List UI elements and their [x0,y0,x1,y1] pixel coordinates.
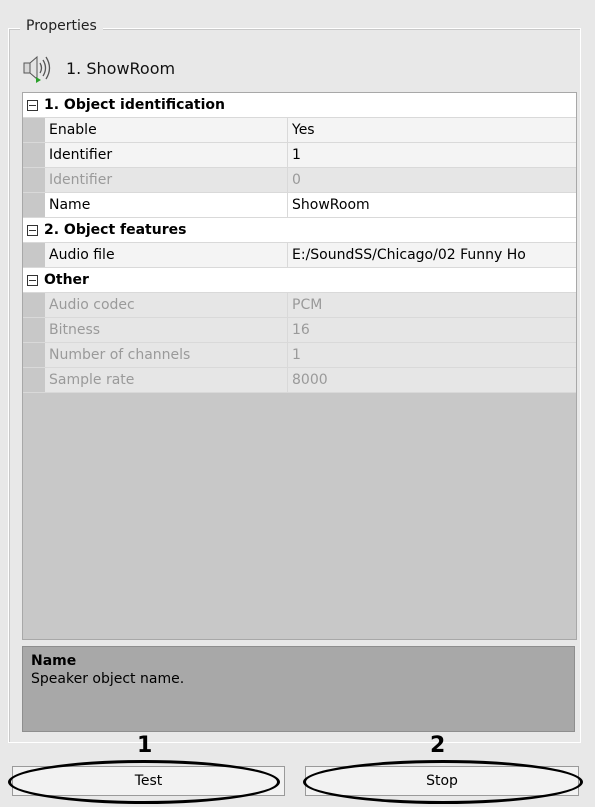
property-value[interactable]: ShowRoom [288,193,576,217]
object-name: 1. ShowRoom [66,58,176,78]
collapse-icon[interactable] [27,274,38,286]
property-name: Audio file [45,243,288,267]
collapse-icon[interactable] [27,224,38,236]
category-title: 1. Object identification [44,97,225,113]
property-name: Sample rate [45,368,288,392]
properties-panel: Properties 1. ShowRoom 1. Object identif… [0,0,595,807]
property-row-name[interactable]: Name ShowRoom [23,193,576,218]
category-other[interactable]: Other [23,268,576,293]
callout-number-1: 1 [137,733,153,758]
property-row-identifier-readonly: Identifier 0 [23,168,576,193]
property-value: PCM [288,293,576,317]
property-row-sample-rate: Sample rate 8000 [23,368,576,393]
property-value: 0 [288,168,576,192]
callout-number-2: 2 [430,733,446,758]
property-row-enable[interactable]: Enable Yes [23,118,576,143]
description-pane: Name Speaker object name. [22,646,575,732]
test-button[interactable]: Test [12,766,285,796]
property-name: Identifier [45,168,288,192]
category-title: Other [44,272,89,288]
property-value: 1 [288,343,576,367]
property-row-number-of-channels: Number of channels 1 [23,343,576,368]
property-row-bitness: Bitness 16 [23,318,576,343]
property-name: Enable [45,118,288,142]
collapse-icon[interactable] [27,99,38,111]
description-title: Name [31,653,77,669]
property-name: Name [45,193,288,217]
stop-button[interactable]: Stop [305,766,579,796]
property-row-audio-codec: Audio codec PCM [23,293,576,318]
property-name: Number of channels [45,343,288,367]
property-value[interactable]: E:/SoundSS/Chicago/02 Funny Ho [288,243,576,267]
category-object-features[interactable]: 2. Object features [23,218,576,243]
description-text: Speaker object name. [31,671,185,687]
property-row-audio-file[interactable]: Audio file E:/SoundSS/Chicago/02 Funny H… [23,243,576,268]
speaker-icon [22,52,56,84]
property-value: 8000 [288,368,576,392]
property-grid: 1. Object identification Enable Yes Iden… [22,92,577,640]
object-header: 1. ShowRoom [22,52,562,84]
property-name: Bitness [45,318,288,342]
property-value[interactable]: 1 [288,143,576,167]
category-object-identification[interactable]: 1. Object identification [23,93,576,118]
property-name: Identifier [45,143,288,167]
property-name: Audio codec [45,293,288,317]
group-title: Properties [20,18,103,34]
property-value: 16 [288,318,576,342]
property-value[interactable]: Yes [288,118,576,142]
property-row-identifier[interactable]: Identifier 1 [23,143,576,168]
category-title: 2. Object features [44,222,187,238]
